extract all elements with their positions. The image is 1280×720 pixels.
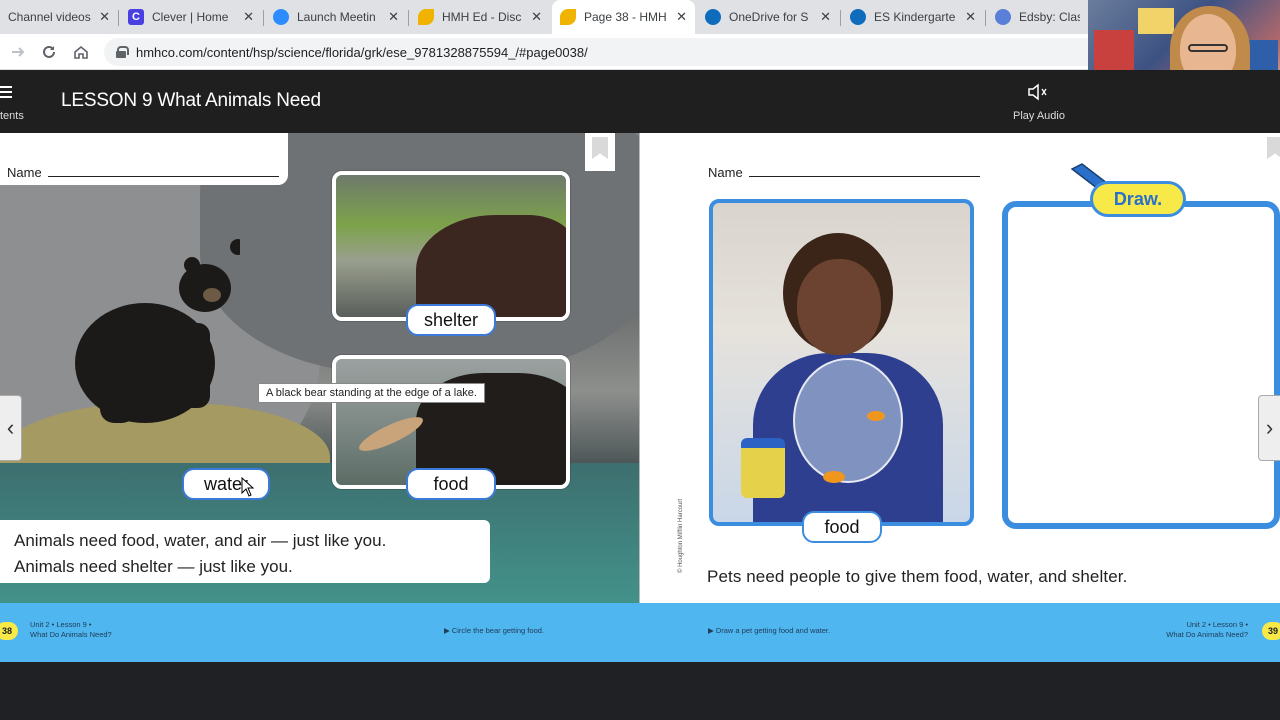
tab-title: Launch Meetin [297, 10, 376, 24]
water-label: water [182, 468, 270, 500]
onedrive-icon [705, 9, 721, 25]
tab-onedrive[interactable]: OneDrive for S ✕ [697, 2, 839, 32]
bookmark-icon[interactable] [585, 133, 615, 171]
bookmark-icon[interactable] [1260, 133, 1280, 171]
lock-icon [116, 46, 129, 58]
zoom-icon [273, 9, 289, 25]
close-icon[interactable]: ✕ [965, 9, 976, 25]
caption-line: Animals need food, water, and air — just… [14, 531, 387, 550]
onedrive-icon [850, 9, 866, 25]
tab-title: Clever | Home [152, 10, 229, 24]
home-icon[interactable] [69, 40, 93, 64]
tab-title: Edsby: Class [1019, 10, 1080, 24]
tab-separator [840, 10, 841, 26]
forward-icon[interactable] [6, 40, 30, 64]
fish-food-container [741, 438, 785, 498]
tab-separator [263, 10, 264, 26]
reader-header: tents LESSON 9 What Animals Need Play Au… [0, 70, 1280, 133]
black-bear-illustration [75, 239, 240, 423]
drawing-area[interactable] [1002, 201, 1280, 529]
right-instruction: ▶ Draw a pet getting food and water. [708, 626, 831, 635]
tab-title: Page 38 - HMH [584, 10, 667, 24]
right-unit-info: Unit 2 • Lesson 9 • What Do Animals Need… [1150, 620, 1248, 640]
edsby-icon [995, 9, 1011, 25]
left-page-number: 38 [0, 622, 18, 640]
tab-separator [408, 10, 409, 26]
food-label: food [802, 511, 882, 543]
person-glasses [1188, 44, 1228, 52]
previous-page-button[interactable]: ‹ [0, 395, 22, 461]
left-book-page: Name shelter food water A black bear sta… [0, 133, 639, 603]
close-icon[interactable]: ✕ [531, 9, 542, 25]
close-icon[interactable]: ✕ [243, 9, 254, 25]
left-unit-info: Unit 2 • Lesson 9 • What Do Animals Need… [30, 620, 112, 640]
contents-label[interactable]: tents [0, 110, 24, 122]
shelter-label: shelter [406, 304, 496, 336]
address-bar: hmhco.com/content/hsp/science/florida/gr… [0, 34, 1088, 70]
tab-separator [985, 10, 986, 26]
shelter-photo[interactable] [332, 171, 570, 321]
clever-icon: C [128, 9, 144, 25]
speaker-icon[interactable] [1026, 82, 1050, 102]
child-face [797, 259, 881, 355]
reload-icon[interactable] [37, 40, 61, 64]
caption-line: Animals need shelter — just like you. [14, 557, 293, 576]
tab-clever[interactable]: C Clever | Home ✕ [120, 2, 262, 32]
tab-title: HMH Ed - Disc [442, 10, 522, 24]
food-label: food [406, 468, 496, 500]
reader-bottom-bar [0, 662, 1280, 720]
classroom-poster [1138, 8, 1174, 34]
draw-badge: Draw. [1090, 181, 1186, 217]
next-page-button[interactable]: › [1258, 395, 1280, 461]
mouse-cursor-icon [241, 477, 255, 497]
unit-line: Unit 2 • Lesson 9 • [1186, 620, 1248, 629]
tab-hmh-ed[interactable]: HMH Ed - Disc ✕ [410, 2, 550, 32]
unit-line: What Do Animals Need? [30, 630, 112, 639]
name-label: Name [708, 165, 743, 180]
classroom-poster [1094, 30, 1134, 70]
close-icon[interactable]: ✕ [99, 9, 110, 25]
hmh-icon [560, 9, 576, 25]
menu-icon[interactable] [0, 86, 12, 98]
close-icon[interactable]: ✕ [820, 9, 831, 25]
child-with-fishbowl-photo[interactable] [709, 199, 974, 526]
tab-title: ES Kindergarte [874, 10, 956, 24]
browser-tab-strip: Channel videos ✕ C Clever | Home ✕ Launc… [0, 0, 1088, 34]
goldfish [867, 411, 885, 421]
name-box: Name [0, 133, 288, 185]
name-line [48, 176, 279, 177]
tab-edsby[interactable]: Edsby: Class [987, 2, 1088, 32]
name-label: Name [7, 165, 42, 180]
tab-zoom[interactable]: Launch Meetin ✕ [265, 2, 407, 32]
play-audio-button[interactable]: Play Audio [1013, 110, 1065, 122]
unit-line: Unit 2 • Lesson 9 • [30, 620, 92, 629]
tab-page-38[interactable]: Page 38 - HMH ✕ [552, 0, 695, 34]
lesson-title: LESSON 9 What Animals Need [61, 90, 321, 111]
left-caption: Animals need food, water, and air — just… [0, 520, 490, 583]
tab-separator [118, 10, 119, 26]
right-caption: Pets need people to give them food, wate… [707, 567, 1128, 586]
tab-channel-videos[interactable]: Channel videos ✕ [0, 2, 118, 32]
unit-line: What Do Animals Need? [1166, 630, 1248, 639]
close-icon[interactable]: ✕ [388, 9, 399, 25]
url-text: hmhco.com/content/hsp/science/florida/gr… [136, 44, 588, 60]
tab-title: Channel videos [8, 10, 91, 24]
hmh-icon [418, 9, 434, 25]
close-icon[interactable]: ✕ [676, 9, 687, 25]
image-alt-tooltip: A black bear standing at the edge of a l… [258, 383, 485, 403]
tab-es-kindergarten[interactable]: ES Kindergarte ✕ [842, 2, 984, 32]
right-book-page: Name food Draw. © Houghton Mifflin Harco… [640, 133, 1280, 603]
tab-title: OneDrive for S [729, 10, 809, 24]
right-page-number: 39 [1262, 622, 1280, 640]
page-footer: 38 Unit 2 • Lesson 9 • What Do Animals N… [0, 603, 1280, 662]
goldfish [823, 471, 845, 483]
left-instruction: ▶ Circle the bear getting food. [444, 626, 544, 635]
name-line [749, 176, 980, 177]
copyright-text: © Houghton Mifflin Harcourt [678, 498, 684, 573]
fishbowl [793, 358, 903, 483]
url-field[interactable]: hmhco.com/content/hsp/science/florida/gr… [104, 38, 1088, 66]
